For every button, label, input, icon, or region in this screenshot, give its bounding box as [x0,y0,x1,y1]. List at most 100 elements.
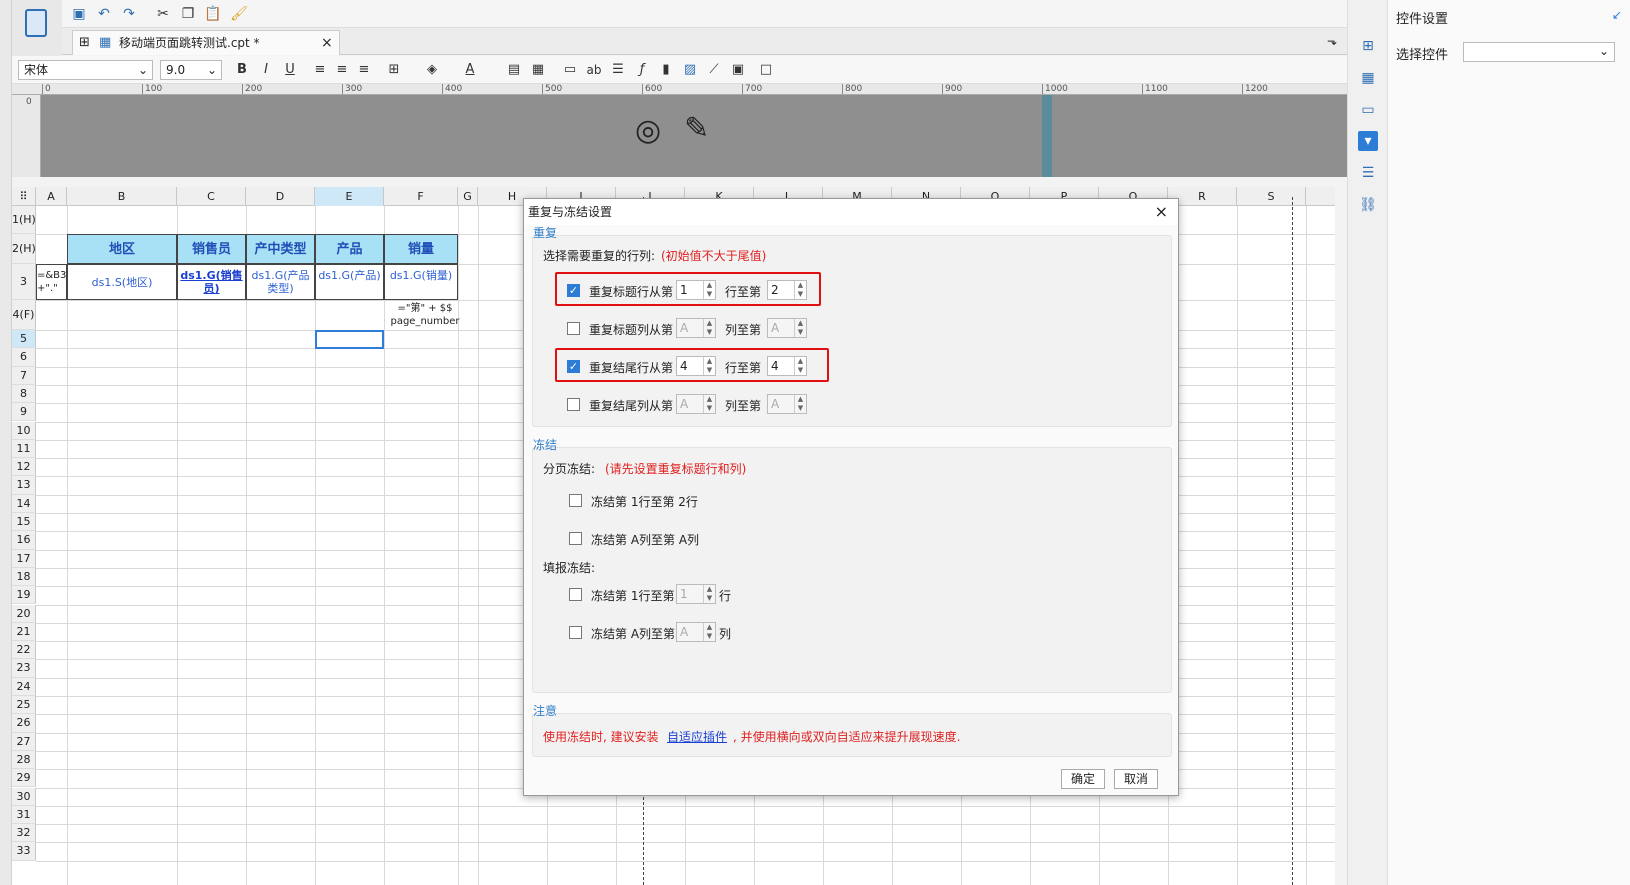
rich-text-icon[interactable]: ☰ [608,60,628,80]
size-select[interactable]: 9.0 ⌄ [160,60,222,80]
selected-cell[interactable] [315,330,384,349]
data-cell-b[interactable]: ds1.S(地区) [67,264,177,300]
insert-row-icon[interactable]: ▭ [560,60,580,80]
row-header[interactable]: 6 [12,348,36,367]
data-cell-c[interactable]: ds1.G(销售员) [177,264,246,300]
row-header[interactable]: 26 [12,714,36,733]
paste-icon[interactable]: 📋 [204,5,222,23]
row-header[interactable]: 25 [12,696,36,715]
link-icon[interactable]: ⛓ [1358,195,1378,215]
fill-freeze-row-spinner[interactable]: 1 ▲ ▼ [676,584,716,604]
condition-icon[interactable]: ☰ [1358,163,1378,183]
row-header[interactable]: 10 [12,421,36,440]
row-header[interactable]: 32 [12,824,36,843]
undo-icon[interactable]: ↶ [95,5,113,23]
fill-freeze-col-checkbox[interactable] [569,626,582,639]
fill-freeze-row-checkbox[interactable] [569,588,582,601]
row-header[interactable]: 29 [12,769,36,788]
row-header[interactable]: 13 [12,476,36,495]
frame-icon[interactable]: ▭ [1358,100,1378,120]
column-header-c[interactable]: C [177,187,246,206]
select-all-corner[interactable]: ⠿ [12,187,36,206]
row-header[interactable]: 21 [12,622,36,642]
text-icon[interactable]: ab [584,60,604,80]
header-cell[interactable]: 销量 [384,234,458,264]
canvas-width-marker[interactable] [1042,95,1052,177]
row-header[interactable]: 19 [12,586,36,605]
row-header[interactable]: 22 [12,641,36,660]
tab-menu-icon[interactable]: ⬎ [1327,34,1337,48]
split-icon[interactable]: ▦ [528,60,548,80]
row-header[interactable]: 23 [12,659,36,678]
pin-icon[interactable]: ↙ [1612,8,1622,22]
align-center-icon[interactable]: ≡ [332,60,352,80]
subreport-icon[interactable]: ▣ [728,60,748,80]
cell-attr-icon[interactable]: ⊞ [1358,36,1378,56]
data-cell-a[interactable]: =&B3 +"." [36,264,67,300]
fill-freeze-col-spinner[interactable]: A ▲ ▼ [676,622,716,642]
copy-icon[interactable]: ❐ [179,5,197,23]
align-left-icon[interactable]: ≡ [310,60,330,80]
tab-close-icon[interactable]: × [321,31,333,55]
merge-icon[interactable]: ▤ [504,60,524,80]
column-header-a[interactable]: A [36,187,67,206]
redo-icon[interactable]: ↷ [120,5,138,23]
font-color-icon[interactable]: A [460,60,480,80]
eye-hidden-icon[interactable]: ◎ [635,113,661,148]
row-header[interactable]: 1(H) [12,206,36,234]
border-icon[interactable]: ⊞ [384,60,404,80]
repeat-checkbox[interactable] [567,398,580,411]
chart-icon[interactable]: ▮ [656,60,676,80]
row-header[interactable]: 4(F) [12,300,36,330]
italic-button[interactable]: I [256,60,276,80]
row-header[interactable]: 14 [12,494,36,513]
header-cell[interactable]: 销售员 [177,234,246,264]
font-select[interactable]: 宋体 ⌄ [18,60,153,80]
row-header[interactable]: 11 [12,439,36,459]
data-cell-d[interactable]: ds1.G(产品类型) [246,264,315,300]
frame-icon[interactable]: □ [756,60,776,80]
designer-logo[interactable] [12,0,62,56]
footer-formula-cell[interactable]: ="第" + $$ page_number [384,300,466,330]
widget-select[interactable]: ⌄ [1463,42,1615,62]
repeat-checkbox[interactable] [567,322,580,335]
repeat-from-spinner[interactable]: A ▲ ▼ [676,318,716,338]
row-header[interactable]: 30 [12,787,36,806]
fill-color-icon[interactable]: ◈ [422,60,442,80]
column-header-e[interactable]: E [315,187,384,206]
repeat-from-spinner[interactable]: A ▲ ▼ [676,394,716,414]
repeat-to-spinner[interactable]: A ▲ ▼ [767,318,807,338]
row-header[interactable]: 8 [12,384,36,404]
row-header[interactable]: 2(H) [12,234,36,264]
cancel-button[interactable]: 取消 [1114,769,1158,789]
row-header[interactable]: 5 [12,330,36,349]
row-header[interactable]: 31 [12,805,36,825]
column-header-g[interactable]: G [458,187,478,206]
save-icon[interactable]: ▣ [70,5,88,23]
cell-element-icon[interactable]: ▦ [1358,68,1378,88]
data-cell-f[interactable]: ds1.G(销量) [384,264,458,300]
format-brush-icon[interactable]: 🖌 [230,5,248,23]
tab-file[interactable]: ⊞ ▦ 移动端页面跳转测试.cpt * × [72,30,340,55]
close-icon[interactable]: × [1155,199,1168,225]
header-cell[interactable]: 产品 [315,234,384,264]
row-header[interactable]: 15 [12,513,36,532]
repeat-to-spinner[interactable]: A ▲ ▼ [767,394,807,414]
row-header[interactable]: 3 [12,264,36,300]
page-freeze-row-checkbox[interactable] [569,494,582,507]
data-cell-e[interactable]: ds1.G(产品) [315,264,384,300]
header-cell[interactable]: 地区 [67,234,177,264]
row-header[interactable]: 17 [12,549,36,568]
formula-icon[interactable]: ƒ [632,60,652,80]
column-header-d[interactable]: D [246,187,315,206]
row-header[interactable]: 33 [12,842,36,861]
bold-button[interactable]: B [232,60,252,80]
column-header-b[interactable]: B [67,187,177,206]
page-freeze-col-checkbox[interactable] [569,532,582,545]
row-header[interactable]: 28 [12,750,36,770]
row-header[interactable]: 12 [12,458,36,477]
row-header[interactable]: 20 [12,604,36,623]
row-header[interactable]: 9 [12,403,36,422]
slash-icon[interactable]: ⟋ [704,60,724,80]
row-header[interactable]: 16 [12,531,36,550]
